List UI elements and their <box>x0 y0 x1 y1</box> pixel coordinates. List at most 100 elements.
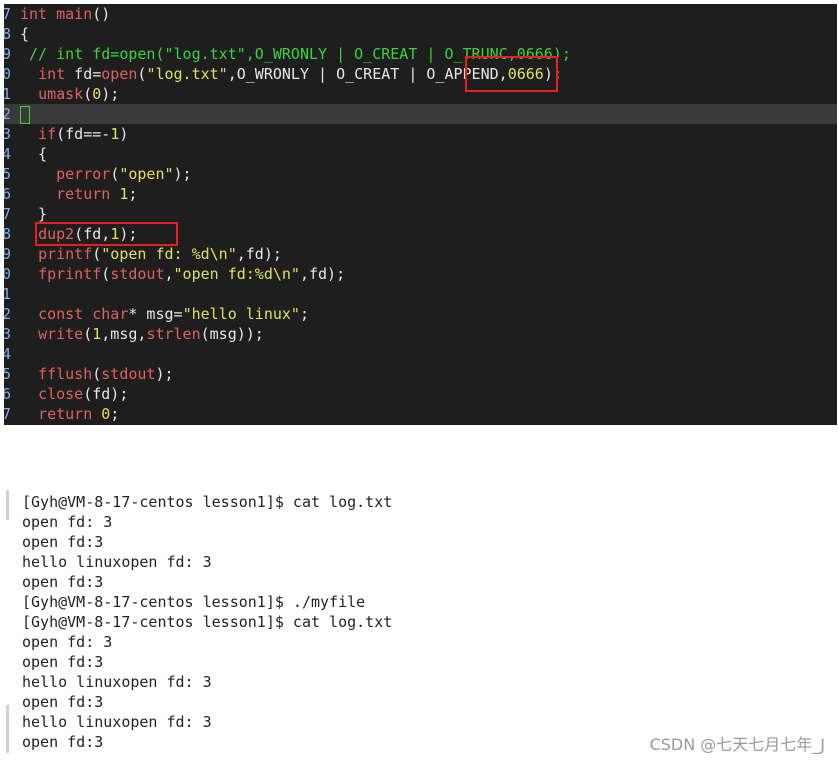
line-number: 6 <box>4 385 12 403</box>
terminal-line: open fd:3 <box>22 653 104 671</box>
line-number: 5 <box>4 165 12 183</box>
code-line[interactable]: 2 <box>4 104 837 124</box>
terminal-line: open fd:3 <box>22 733 104 751</box>
code-text: if(fd==-1) <box>20 124 128 144</box>
code-text: { <box>20 24 29 44</box>
line-number: 7 <box>4 205 12 223</box>
line-number: 1 <box>4 85 12 103</box>
line-number: 8 <box>4 25 12 43</box>
code-token: , <box>164 265 174 283</box>
code-token: { <box>20 25 30 43</box>
code-token: ,fd); <box>236 245 282 263</box>
code-line[interactable]: 6 return 1; <box>4 184 837 204</box>
code-token: 0 <box>92 85 102 103</box>
line-number: 6 <box>4 185 12 203</box>
code-editor[interactable]: 7 int main() 8{9 // int fd=open("log.txt",… <box>4 4 837 425</box>
code-line[interactable]: 5 perror("open"); <box>4 164 837 184</box>
code-line[interactable]: 2 const char* msg="hello linux"; <box>4 304 837 324</box>
terminal-line: [Gyh@VM-8-17-centos lesson1]$ cat log.tx… <box>22 493 393 511</box>
terminal-line: [Gyh@VM-8-17-centos lesson1]$ cat log.tx… <box>22 613 393 631</box>
line-number: 4 <box>4 145 12 163</box>
code-token: (fd==- <box>56 125 111 143</box>
code-line[interactable]: 1 umask(0); <box>4 84 837 104</box>
line-number: 5 <box>4 365 12 383</box>
code-token: "open fd:%d\n" <box>173 265 300 283</box>
line-number: 4 <box>4 345 12 363</box>
code-token: (msg)); <box>200 325 264 343</box>
terminal-line: open fd:3 <box>22 533 104 551</box>
code-token: 1 <box>92 325 102 343</box>
code-line[interactable]: 3 if(fd==-1) <box>4 124 837 144</box>
code-token: ); <box>155 365 174 383</box>
line-number: 7 <box>4 5 12 23</box>
terminal-line: open fd:3 <box>22 693 104 711</box>
code-token: write <box>38 325 84 343</box>
code-text: const char* msg="hello linux"; <box>20 304 309 324</box>
text-cursor <box>20 105 30 124</box>
code-line[interactable]: 7 return 0; <box>4 404 837 424</box>
code-token: close <box>38 385 84 403</box>
code-line[interactable]: 5 fflush(stdout); <box>4 364 837 384</box>
code-token: main <box>56 5 93 23</box>
code-token: (fd); <box>83 385 129 403</box>
terminal-line: open fd: 3 <box>22 633 113 651</box>
code-line[interactable]: 7 } <box>4 204 837 224</box>
code-token: () <box>92 5 111 23</box>
line-number: 0 <box>4 65 12 83</box>
code-token: int <box>38 65 66 83</box>
watermark: CSDN @七天七月七年_J <box>649 735 825 754</box>
append-flag-highlight <box>465 56 558 92</box>
code-line[interactable]: 4 <box>4 344 837 364</box>
code-token: stdout <box>110 265 165 283</box>
code-text: return 1; <box>20 184 137 204</box>
code-line[interactable]: 6 close(fd); <box>4 384 837 404</box>
code-line[interactable]: 3 write(1,msg,strlen(msg)); <box>4 324 837 344</box>
code-token: return <box>38 405 93 423</box>
code-line[interactable]: 7 int main() <box>4 4 837 24</box>
code-token: umask <box>38 85 84 103</box>
code-text: fprintf(stdout,"open fd:%d\n",fd); <box>20 264 345 284</box>
code-text <box>20 104 30 124</box>
code-text: umask(0); <box>20 84 119 104</box>
code-token: ,msg, <box>101 325 147 343</box>
code-line[interactable]: 0 fprintf(stdout,"open fd:%d\n",fd); <box>4 264 837 284</box>
line-number: 8 <box>4 225 12 243</box>
code-line[interactable]: 4 { <box>4 144 837 164</box>
code-token: ); <box>173 165 192 183</box>
terminal-line: hello linuxopen fd: 3 <box>22 553 212 571</box>
code-line[interactable]: 9 printf("open fd: %d\n",fd); <box>4 244 837 264</box>
line-number: 3 <box>4 125 12 143</box>
code-token: fprintf <box>38 265 102 283</box>
line-number: 0 <box>4 265 12 283</box>
code-line[interactable]: 9 // int fd=open("log.txt",O_WRONLY | O_… <box>4 44 837 64</box>
code-line[interactable]: 0 int fd=open("log.txt",O_WRONLY | O_CRE… <box>4 64 837 84</box>
code-text: write(1,msg,strlen(msg)); <box>20 324 264 344</box>
code-line[interactable]: 1 <box>4 284 837 304</box>
terminal-line: hello linuxopen fd: 3 <box>22 713 212 731</box>
code-token: fd= <box>65 65 102 83</box>
code-token: strlen <box>146 325 201 343</box>
terminal-scroll-indicator-bottom <box>6 705 9 753</box>
code-token: open <box>101 65 138 83</box>
code-text: { <box>20 144 47 164</box>
code-text: return 0; <box>20 404 119 424</box>
code-token: if <box>38 125 57 143</box>
code-line[interactable]: 8{ <box>4 24 837 44</box>
code-token: fflush <box>38 365 93 383</box>
terminal-line: [Gyh@VM-8-17-centos lesson1]$ ./myfile <box>22 593 366 611</box>
code-token: 0 <box>101 405 111 423</box>
code-token: perror <box>56 165 111 183</box>
code-token: printf <box>38 245 93 263</box>
terminal-output[interactable]: [Gyh@VM-8-17-centos lesson1]$ cat log.tx… <box>0 490 839 761</box>
code-token: return <box>56 185 111 203</box>
